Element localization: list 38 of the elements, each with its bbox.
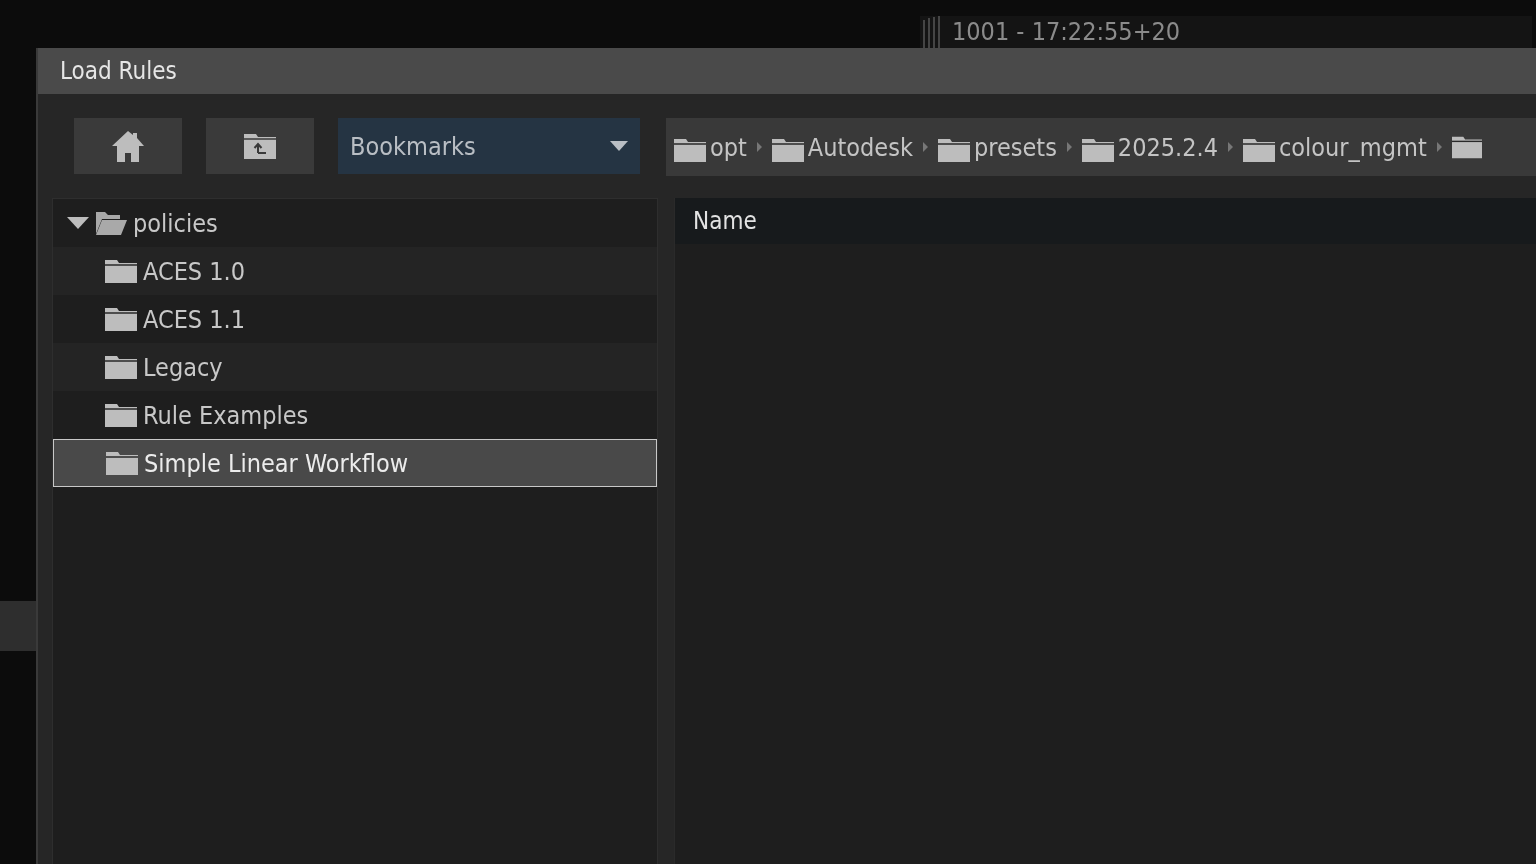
breadcrumb-item[interactable]: presets [937, 132, 1057, 162]
folder-icon [105, 355, 137, 379]
folder-icon [105, 259, 137, 283]
home-icon [111, 130, 145, 162]
caret-icon [610, 141, 628, 151]
tree-item[interactable]: ACES 1.0 [53, 247, 657, 295]
bookmarks-dropdown[interactable]: Bookmarks [338, 118, 640, 174]
folder-icon [1243, 137, 1275, 162]
tree-item[interactable]: ACES 1.1 [53, 295, 657, 343]
timecode: 1001 - 17:22:55+20 [952, 16, 1181, 48]
folder-up-icon [244, 133, 276, 159]
breadcrumb-item[interactable]: 2025.2.4 [1081, 132, 1218, 162]
chevron-icon [756, 142, 762, 152]
folder-icon [106, 451, 138, 475]
window-title: Load Rules [60, 57, 177, 85]
tree-item[interactable]: policies [53, 199, 657, 247]
folder-icon [1451, 135, 1482, 159]
breadcrumb-item[interactable]: colour_mgmt [1243, 132, 1427, 162]
breadcrumb-item[interactable]: Autodesk [771, 132, 913, 162]
home-button[interactable] [74, 118, 182, 174]
column-header[interactable]: Name [693, 207, 757, 235]
breadcrumb-item[interactable]: opt [674, 132, 747, 162]
open-folder-icon [95, 210, 127, 236]
folder-icon [105, 307, 137, 331]
folder-icon [937, 137, 970, 162]
folder-icon [105, 403, 137, 427]
chevron-icon [1066, 142, 1072, 152]
folder-icon [1081, 137, 1114, 162]
chevron-icon [922, 142, 928, 152]
tree-item[interactable]: Simple Linear Workflow [53, 439, 657, 487]
parent-folder-button[interactable] [206, 118, 314, 174]
chevron-icon [1228, 142, 1233, 152]
tree-item[interactable]: Legacy [53, 343, 657, 391]
folder-icon [771, 137, 804, 162]
folder-icon [674, 137, 706, 162]
chevron-icon [1436, 142, 1442, 152]
tree-item[interactable]: Rule Examples [53, 391, 657, 439]
expand-arrow-icon [67, 217, 89, 229]
